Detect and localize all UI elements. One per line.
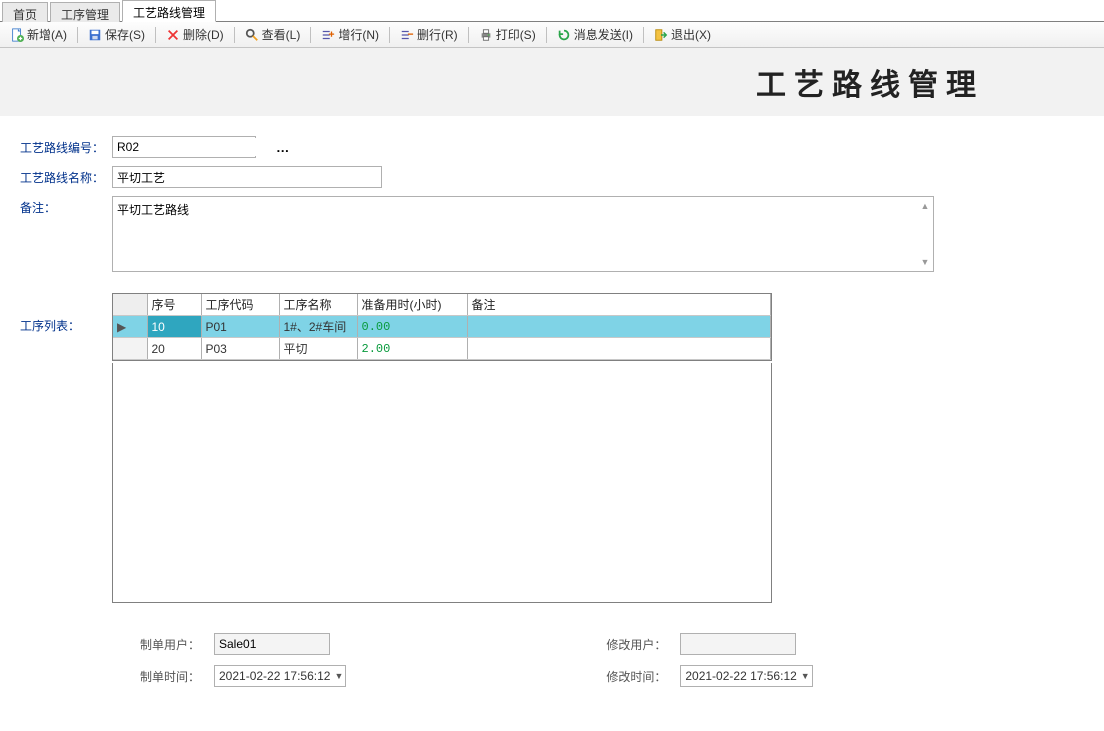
cell-hours[interactable]: 2.00: [357, 338, 467, 360]
page-heading-bar: 工艺路线管理: [0, 48, 1104, 116]
view-label: 查看(L): [262, 26, 301, 43]
remark-label: 备注：: [20, 196, 112, 216]
modify-time-value: 2021-02-22 17:56:12: [685, 669, 796, 683]
save-label: 保存(S): [105, 26, 145, 43]
code-input-wrap: …: [112, 136, 256, 158]
cell-remark[interactable]: [467, 338, 771, 360]
col-seq[interactable]: 序号: [147, 294, 201, 316]
new-label: 新增(A): [27, 26, 67, 43]
modify-user-label: 修改用户：: [606, 633, 680, 653]
grid-header-row: 序号 工序代码 工序名称 准备用时(小时) 备注: [113, 294, 771, 316]
send-label: 消息发送(I): [574, 26, 633, 43]
tab-process[interactable]: 工序管理: [50, 2, 120, 22]
cell-hours[interactable]: 0.00: [357, 316, 467, 338]
search-icon: [245, 28, 259, 42]
create-user-label: 制单用户：: [140, 633, 214, 653]
delrow-label: 删行(R): [417, 26, 458, 43]
process-grid: 序号 工序代码 工序名称 准备用时(小时) 备注 ▶ 10 P01 1#、2#车…: [112, 293, 772, 361]
toolbar-separator: [389, 27, 390, 43]
print-label: 打印(S): [496, 26, 536, 43]
exit-button[interactable]: 退出(X): [648, 24, 717, 45]
delrow-button[interactable]: 删行(R): [394, 24, 464, 45]
create-time-label: 制单时间：: [140, 665, 214, 685]
row-indicator: [113, 338, 147, 360]
send-button[interactable]: 消息发送(I): [551, 24, 639, 45]
cell-name[interactable]: 平切: [279, 338, 357, 360]
delete-label: 删除(D): [183, 26, 224, 43]
toolbar-separator: [310, 27, 311, 43]
col-code[interactable]: 工序代码: [201, 294, 279, 316]
grid-row[interactable]: 20 P03 平切 2.00: [113, 338, 771, 360]
print-icon: [479, 28, 493, 42]
toolbar-separator: [234, 27, 235, 43]
cell-seq[interactable]: 20: [147, 338, 201, 360]
row-indicator-icon: ▶: [113, 316, 147, 338]
code-label: 工艺路线编号：: [20, 136, 112, 156]
save-button[interactable]: 保存(S): [82, 24, 151, 45]
tabs-bar: 首页 工序管理 工艺路线管理: [0, 0, 1104, 22]
grid-corner: [113, 294, 147, 316]
toolbar-separator: [546, 27, 547, 43]
toolbar-separator: [77, 27, 78, 43]
col-hours[interactable]: 准备用时(小时): [357, 294, 467, 316]
exit-label: 退出(X): [671, 26, 711, 43]
cell-remark[interactable]: [467, 316, 771, 338]
scroll-down-icon[interactable]: ▼: [918, 255, 932, 269]
modify-user-field: [680, 633, 796, 655]
cell-code[interactable]: P01: [201, 316, 279, 338]
page-title: 工艺路线管理: [756, 60, 984, 104]
modify-time-dropdown[interactable]: 2021-02-22 17:56:12 ▼: [680, 665, 812, 687]
grid-blank-area: [112, 363, 772, 603]
chevron-down-icon: ▼: [334, 671, 343, 681]
create-user-field: [214, 633, 330, 655]
tab-routing[interactable]: 工艺路线管理: [122, 0, 216, 22]
addrow-icon: [321, 28, 335, 42]
list-label: 工序列表：: [20, 293, 112, 334]
delete-icon: [166, 28, 180, 42]
create-time-dropdown[interactable]: 2021-02-22 17:56:12 ▼: [214, 665, 346, 687]
toolbar-separator: [643, 27, 644, 43]
refresh-icon: [557, 28, 571, 42]
scroll-up-icon[interactable]: ▲: [918, 199, 932, 213]
name-label: 工艺路线名称：: [20, 166, 112, 186]
save-icon: [88, 28, 102, 42]
toolbar: 新增(A) 保存(S) 删除(D) 查看(L) 增行(N) 删行(R) 打印(S…: [0, 22, 1104, 48]
cell-name[interactable]: 1#、2#车间: [279, 316, 357, 338]
footer-panel: 制单用户： 制单时间： 2021-02-22 17:56:12 ▼ 修改用户： …: [20, 633, 1084, 697]
print-button[interactable]: 打印(S): [473, 24, 542, 45]
addrow-button[interactable]: 增行(N): [315, 24, 385, 45]
chevron-down-icon: ▼: [801, 671, 810, 681]
code-lookup-button[interactable]: …: [276, 138, 290, 156]
modify-time-label: 修改时间：: [606, 665, 680, 685]
addrow-label: 增行(N): [338, 26, 379, 43]
create-time-value: 2021-02-22 17:56:12: [219, 669, 330, 683]
code-input[interactable]: [113, 138, 276, 156]
new-icon: [10, 28, 24, 42]
delete-button[interactable]: 删除(D): [160, 24, 230, 45]
view-button[interactable]: 查看(L): [239, 24, 307, 45]
delrow-icon: [400, 28, 414, 42]
exit-icon: [654, 28, 668, 42]
cell-code[interactable]: P03: [201, 338, 279, 360]
new-button[interactable]: 新增(A): [4, 24, 73, 45]
cell-seq[interactable]: 10: [147, 316, 201, 338]
remark-textarea[interactable]: [112, 196, 934, 272]
toolbar-separator: [155, 27, 156, 43]
grid-row[interactable]: ▶ 10 P01 1#、2#车间 0.00: [113, 316, 771, 338]
col-name[interactable]: 工序名称: [279, 294, 357, 316]
toolbar-separator: [468, 27, 469, 43]
name-input[interactable]: [112, 166, 382, 188]
col-remark[interactable]: 备注: [467, 294, 771, 316]
tab-home[interactable]: 首页: [2, 2, 48, 22]
